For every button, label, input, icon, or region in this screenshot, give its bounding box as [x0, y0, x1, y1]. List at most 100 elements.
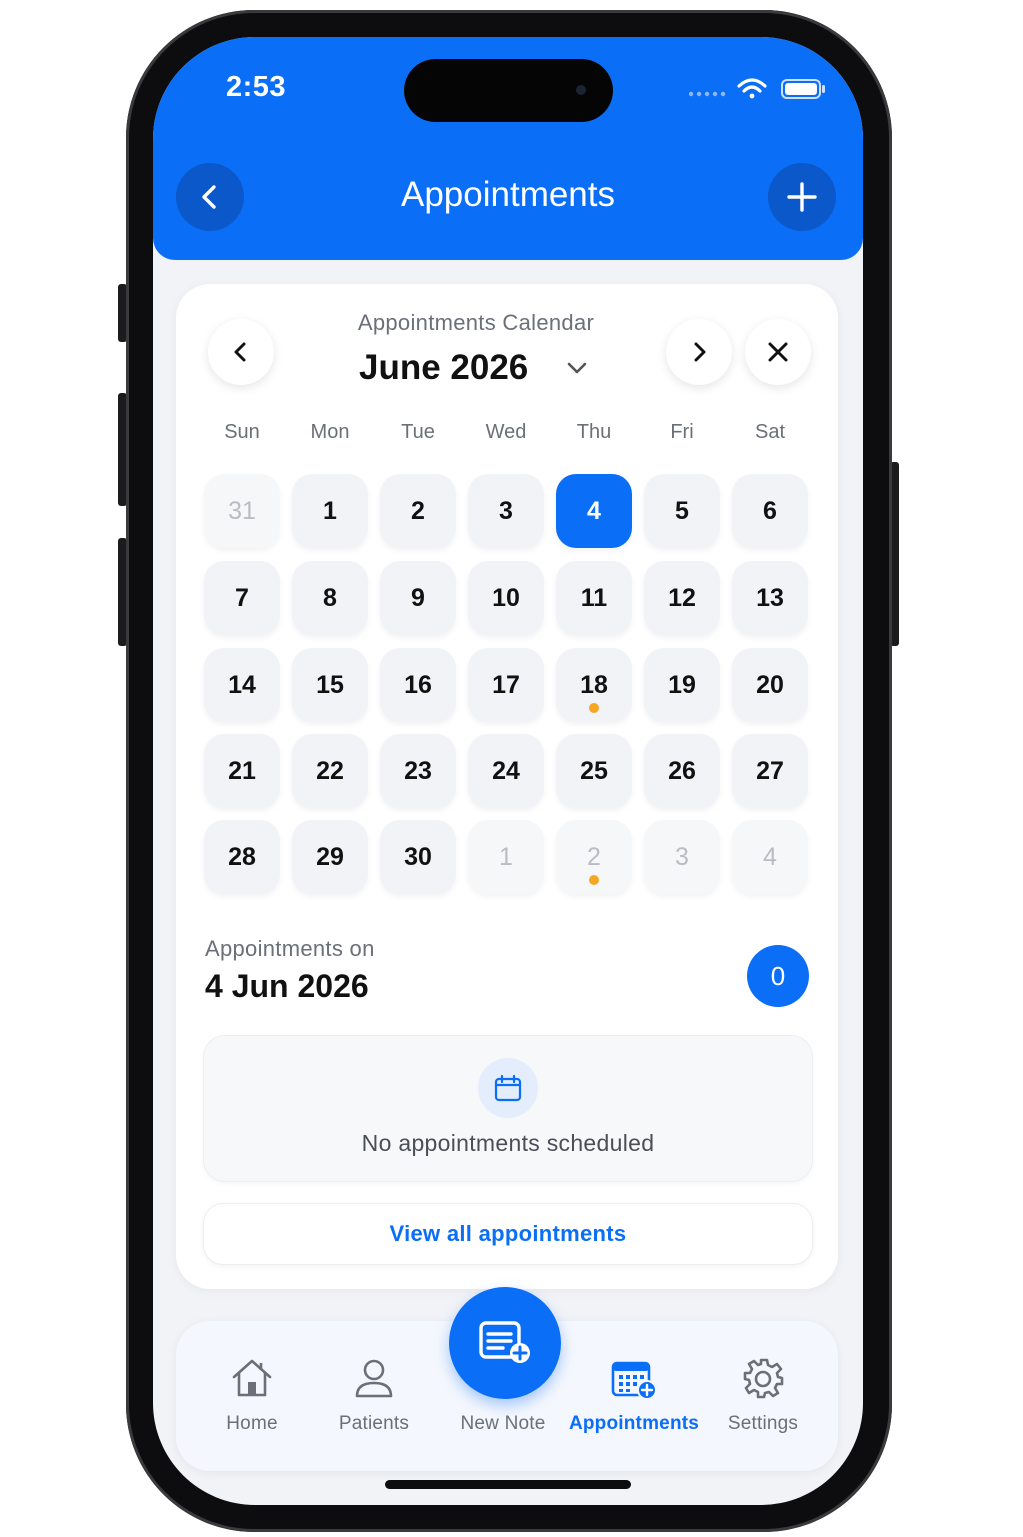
- calendar-day[interactable]: 18: [556, 648, 632, 722]
- chevron-down-icon[interactable]: [566, 360, 588, 376]
- day-number: 4: [587, 496, 601, 525]
- tab-patients[interactable]: Patients: [308, 1321, 440, 1471]
- status-time: 2:53: [226, 71, 287, 103]
- appointments-on-label: Appointments on: [205, 936, 375, 961]
- weekday-label: Sun: [224, 421, 260, 443]
- weekday-label: Wed: [485, 421, 527, 443]
- tab-home[interactable]: Home: [186, 1321, 318, 1471]
- calendar-day[interactable]: 2: [556, 820, 632, 894]
- gear-icon: [743, 1358, 784, 1399]
- calendar-day[interactable]: 29: [292, 820, 368, 894]
- calendar-day[interactable]: 8: [292, 561, 368, 635]
- calendar-day[interactable]: 4: [732, 820, 808, 894]
- page-title: Appointments: [400, 175, 616, 214]
- calendar-day[interactable]: 27: [732, 734, 808, 808]
- calendar-day[interactable]: 22: [292, 734, 368, 808]
- calendar-day[interactable]: 1: [292, 474, 368, 548]
- day-number: 13: [756, 583, 784, 612]
- calendar-day[interactable]: 15: [292, 648, 368, 722]
- close-calendar-button[interactable]: [745, 319, 811, 385]
- calendar-day[interactable]: 12: [644, 561, 720, 635]
- calendar-day[interactable]: 1: [468, 820, 544, 894]
- day-number: 23: [404, 756, 432, 785]
- calendar-day[interactable]: 13: [732, 561, 808, 635]
- appointment-count-badge: 0: [747, 945, 809, 1007]
- calendar-day[interactable]: 28: [204, 820, 280, 894]
- empty-state: No appointments scheduled: [203, 1035, 813, 1182]
- day-number: 8: [323, 583, 337, 612]
- calendar-day[interactable]: 17: [468, 648, 544, 722]
- calendar-day[interactable]: 3: [644, 820, 720, 894]
- tab-settings[interactable]: Settings: [697, 1321, 829, 1471]
- signal-icon: [688, 91, 726, 97]
- day-number: 1: [499, 842, 513, 871]
- new-note-icon: [479, 1321, 530, 1363]
- day-number: 22: [316, 756, 344, 785]
- month-label[interactable]: June 2026: [359, 348, 528, 388]
- day-number: 2: [411, 496, 425, 525]
- day-number: 16: [404, 670, 432, 699]
- calendar-day[interactable]: 14: [204, 648, 280, 722]
- day-number: 9: [411, 583, 425, 612]
- day-number: 24: [492, 756, 520, 785]
- add-appointment-button[interactable]: [768, 163, 836, 231]
- plus-icon: [787, 182, 817, 212]
- day-number: 19: [668, 670, 696, 699]
- calendar-day[interactable]: 21: [204, 734, 280, 808]
- day-number: 6: [763, 496, 777, 525]
- calendar-day[interactable]: 23: [380, 734, 456, 808]
- calendar-day[interactable]: 25: [556, 734, 632, 808]
- calendar-day[interactable]: 9: [380, 561, 456, 635]
- calendar-day[interactable]: 3: [468, 474, 544, 548]
- day-number: 10: [492, 583, 520, 612]
- day-number: 12: [668, 583, 696, 612]
- weekday-label: Tue: [401, 421, 435, 443]
- dynamic-island: [404, 59, 613, 122]
- camera-icon: [576, 85, 586, 95]
- close-icon: [768, 342, 788, 362]
- tab-appointments[interactable]: Appointments: [568, 1321, 700, 1471]
- tab-label-settings: Settings: [727, 1413, 799, 1434]
- home-icon: [232, 1359, 272, 1397]
- calendar-day[interactable]: 7: [204, 561, 280, 635]
- calendar-day[interactable]: 26: [644, 734, 720, 808]
- calendar-day-selected[interactable]: 4: [556, 474, 632, 548]
- next-month-button[interactable]: [666, 319, 732, 385]
- day-number: 5: [675, 496, 689, 525]
- weekday-label: Mon: [310, 421, 350, 443]
- calendar-day[interactable]: 20: [732, 648, 808, 722]
- selected-date: 4 Jun 2026: [205, 968, 369, 1004]
- view-all-appointments-button[interactable]: View all appointments: [203, 1203, 813, 1265]
- app-screen: 2:53 Appointments Appointments Calendar …: [153, 37, 863, 1505]
- day-number: 20: [756, 670, 784, 699]
- chevron-right-icon: [694, 342, 706, 362]
- calendar-day[interactable]: 2: [380, 474, 456, 548]
- battery-icon: [781, 79, 825, 99]
- calendar-day[interactable]: 16: [380, 648, 456, 722]
- calendar-day[interactable]: 30: [380, 820, 456, 894]
- calendar-day[interactable]: 11: [556, 561, 632, 635]
- day-number: 25: [580, 756, 608, 785]
- day-number: 28: [228, 842, 256, 871]
- day-number: 27: [756, 756, 784, 785]
- calendar-day[interactable]: 19: [644, 648, 720, 722]
- day-number: 17: [492, 670, 520, 699]
- day-number: 3: [675, 842, 689, 871]
- user-icon: [355, 1359, 393, 1398]
- day-number: 1: [323, 496, 337, 525]
- calendar-day[interactable]: 31: [204, 474, 280, 548]
- calendar-day[interactable]: 24: [468, 734, 544, 808]
- appointment-dot: [589, 703, 599, 713]
- day-number: 31: [228, 496, 256, 525]
- empty-state-text: No appointments scheduled: [361, 1130, 655, 1156]
- calendar-day[interactable]: 10: [468, 561, 544, 635]
- wifi-icon: [737, 78, 767, 99]
- new-note-button[interactable]: [449, 1287, 561, 1399]
- day-number: 26: [668, 756, 696, 785]
- calendar-day[interactable]: 5: [644, 474, 720, 548]
- header-bar: 2:53 Appointments: [153, 37, 863, 260]
- day-number: 21: [228, 756, 256, 785]
- calendar-day[interactable]: 6: [732, 474, 808, 548]
- day-number: 11: [580, 583, 608, 612]
- day-number: 18: [580, 670, 608, 699]
